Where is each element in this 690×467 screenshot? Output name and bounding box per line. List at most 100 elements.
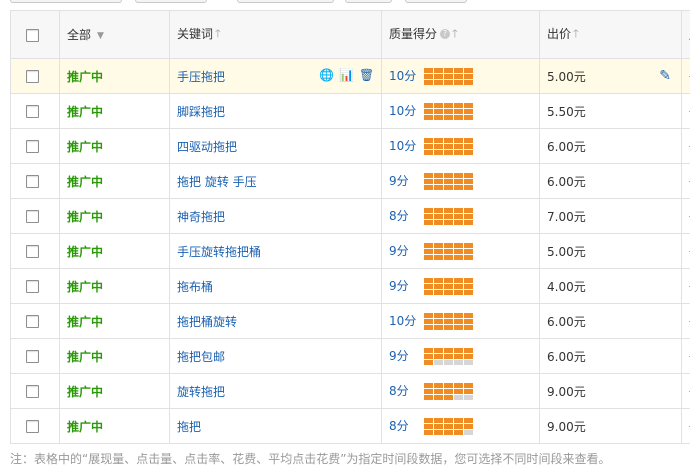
keyword-link[interactable]: 四驱动拖把 <box>177 140 237 154</box>
keyword-link[interactable]: 拖把 <box>177 420 201 434</box>
keyword-link[interactable]: 拖把包邮 <box>177 350 225 364</box>
quality-bar <box>424 103 473 120</box>
keyword-header-label[interactable]: 关键词 <box>177 27 213 41</box>
row-checkbox[interactable] <box>26 70 39 83</box>
keyword-table: 全部▼ 关键词🡑 质量得分?🡑 出价🡑 展 推广中手压拖把🌐📊🗑10分5.00元… <box>10 10 690 444</box>
sort-up-icon[interactable]: 🡑 <box>452 27 458 40</box>
quality-bar-cell <box>444 430 453 435</box>
price-value: 6.00元 <box>547 175 586 189</box>
toolbar-button[interactable] <box>135 0 207 3</box>
row-checkbox[interactable] <box>26 385 39 398</box>
price-header[interactable]: 出价🡑 <box>540 11 682 59</box>
price-header-label[interactable]: 出价 <box>547 27 571 41</box>
quality-bar-cell <box>444 185 453 190</box>
sort-up-icon[interactable]: 🡑 <box>215 27 221 40</box>
next-column-header[interactable]: 展 <box>682 11 690 59</box>
quality-bar <box>424 138 473 155</box>
table-row[interactable]: 推广中拖把8分9.00元- <box>11 409 690 444</box>
keyword-link[interactable]: 脚踩拖把 <box>177 105 225 119</box>
quality-score[interactable]: 10分 <box>389 67 424 84</box>
quality-bar-cell <box>434 395 443 400</box>
help-icon[interactable]: ? <box>440 29 450 39</box>
quality-bar-cell <box>454 430 463 435</box>
sort-up-icon[interactable]: 🡑 <box>573 27 579 40</box>
quality-bar-cell <box>464 138 473 143</box>
quality-bar-cell <box>454 115 463 120</box>
table-row[interactable]: 推广中神奇拖把8分7.00元- <box>11 199 690 234</box>
quality-header-label[interactable]: 质量得分 <box>389 27 437 41</box>
row-checkbox[interactable] <box>26 105 39 118</box>
quality-score[interactable]: 8分 <box>389 417 424 434</box>
row-checkbox[interactable] <box>26 210 39 223</box>
toolbar-button[interactable] <box>405 0 467 3</box>
table-row[interactable]: 推广中拖布桶9分4.00元- <box>11 269 690 304</box>
price-cell: 6.00元 <box>540 129 682 164</box>
table-row[interactable]: 推广中拖把 旋转 手压9分6.00元- <box>11 164 690 199</box>
quality-bar-cell <box>424 220 433 225</box>
quality-score[interactable]: 10分 <box>389 102 424 119</box>
table-row[interactable]: 推广中手压旋转拖把桶9分5.00元- <box>11 234 690 269</box>
quality-bar-cell <box>454 74 463 79</box>
quality-bar-cell <box>464 109 473 114</box>
quality-score[interactable]: 10分 <box>389 137 424 154</box>
status-filter-header[interactable]: 全部 ▼ <box>60 11 170 59</box>
quality-score[interactable]: 9分 <box>389 242 424 259</box>
quality-bar-cell <box>454 395 463 400</box>
table-row[interactable]: 推广中脚踩拖把10分5.50元- <box>11 94 690 129</box>
pencil-icon[interactable]: ✎ <box>659 68 671 84</box>
row-checkbox[interactable] <box>26 140 39 153</box>
row-checkbox[interactable] <box>26 315 39 328</box>
trash-icon[interactable]: 🗑 <box>359 69 371 81</box>
quality-bar-cell <box>444 395 453 400</box>
quality-score[interactable]: 9分 <box>389 347 424 364</box>
keyword-link[interactable]: 手压拖把 <box>177 70 225 84</box>
quality-bar-cell <box>464 278 473 283</box>
row-checkbox[interactable] <box>26 175 39 188</box>
toolbar-button[interactable] <box>345 0 392 3</box>
keyword-link[interactable]: 旋转拖把 <box>177 385 225 399</box>
keyword-link[interactable]: 拖把 旋转 手压 <box>177 175 257 189</box>
quality-bar-cell <box>444 103 453 108</box>
select-all-checkbox[interactable] <box>26 29 39 42</box>
keyword-cell: 神奇拖把 <box>170 199 382 234</box>
quality-header[interactable]: 质量得分?🡑 <box>382 11 540 59</box>
table-row[interactable]: 推广中手压拖把🌐📊🗑10分5.00元✎- <box>11 59 690 94</box>
keyword-link[interactable]: 拖把桶旋转 <box>177 315 237 329</box>
extra-cell: - <box>682 374 690 409</box>
quality-bar-cell <box>434 74 443 79</box>
quality-bar-cell <box>444 284 453 289</box>
quality-score[interactable]: 8分 <box>389 207 424 224</box>
table-row[interactable]: 推广中旋转拖把8分9.00元- <box>11 374 690 409</box>
row-select-cell <box>11 59 60 94</box>
status-filter-label[interactable]: 全部 <box>67 28 91 42</box>
quality-bar-cell <box>424 424 433 429</box>
table-row[interactable]: 推广中拖把包邮9分6.00元- <box>11 339 690 374</box>
quality-score[interactable]: 9分 <box>389 172 424 189</box>
table-row[interactable]: 推广中四驱动拖把10分6.00元- <box>11 129 690 164</box>
quality-bar-cell <box>424 80 433 85</box>
chart-icon[interactable]: 📊 <box>339 69 351 81</box>
extra-cell: - <box>682 94 690 129</box>
quality-score[interactable]: 9分 <box>389 277 424 294</box>
price-cell: 9.00元 <box>540 374 682 409</box>
toolbar-button[interactable] <box>10 0 122 3</box>
row-checkbox[interactable] <box>26 280 39 293</box>
select-all-cell <box>11 11 60 59</box>
row-checkbox[interactable] <box>26 420 39 433</box>
globe-icon[interactable]: 🌐 <box>319 69 331 81</box>
quality-bar-cell <box>434 354 443 359</box>
keyword-header[interactable]: 关键词🡑 <box>170 11 382 59</box>
table-row[interactable]: 推广中拖把桶旋转10分6.00元- <box>11 304 690 339</box>
keyword-link[interactable]: 拖布桶 <box>177 280 213 294</box>
row-checkbox[interactable] <box>26 245 39 258</box>
status-cell: 推广中 <box>60 59 170 94</box>
keyword-link[interactable]: 手压旋转拖把桶 <box>177 245 261 259</box>
row-checkbox[interactable] <box>26 350 39 363</box>
keyword-link[interactable]: 神奇拖把 <box>177 210 225 224</box>
quality-score[interactable]: 10分 <box>389 312 424 329</box>
quality-score[interactable]: 8分 <box>389 382 424 399</box>
toolbar-button[interactable] <box>237 0 334 3</box>
chevron-down-icon[interactable]: ▼ <box>97 31 104 41</box>
quality-bar-cell <box>444 389 453 394</box>
extra-cell: - <box>682 164 690 199</box>
